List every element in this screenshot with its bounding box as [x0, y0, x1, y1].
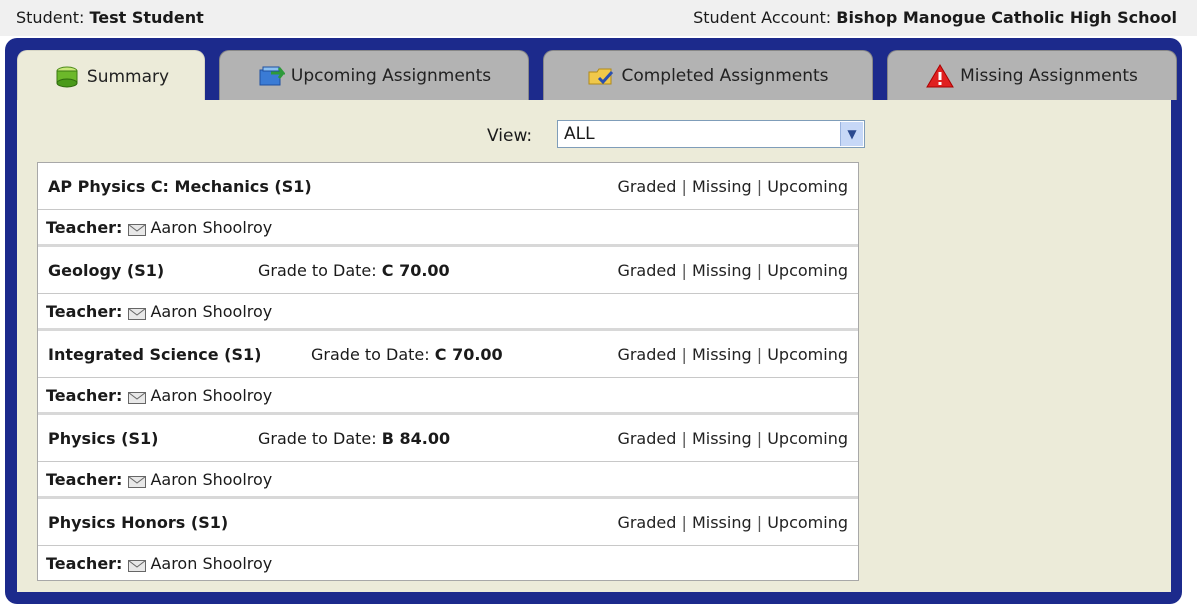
- summary-icon: [53, 65, 81, 89]
- tab-upcoming-label: Upcoming Assignments: [290, 65, 492, 86]
- tab-upcoming-assignments[interactable]: Upcoming Assignments: [219, 50, 529, 100]
- main-frame: Summary Upcoming Assignments Completed A…: [5, 38, 1182, 604]
- grade-value: C 70.00: [434, 345, 503, 364]
- link-separator: |: [681, 513, 687, 532]
- teacher-row: Teacher: Aaron Shoolroy: [38, 545, 858, 580]
- course-links: Graded | Missing | Upcoming: [617, 261, 848, 280]
- link-separator: |: [756, 261, 763, 280]
- tab-summary-label: Summary: [86, 66, 170, 87]
- envelope-icon[interactable]: [128, 305, 147, 320]
- course-name: AP Physics C: Mechanics (S1): [48, 177, 312, 196]
- upcoming-link[interactable]: Upcoming: [767, 513, 848, 532]
- course-name: Physics (S1): [48, 429, 159, 448]
- course-row: Physics (S1) Grade to Date: B 84.00 Grad…: [38, 415, 858, 499]
- course-list: AP Physics C: Mechanics (S1) Graded | Mi…: [37, 162, 859, 581]
- account-name: Bishop Manogue Catholic High School: [836, 8, 1177, 27]
- view-selected-value: ALL: [564, 124, 595, 144]
- teacher-row: Teacher: Aaron Shoolroy: [38, 209, 858, 244]
- missing-link[interactable]: Missing: [692, 513, 752, 532]
- link-separator: |: [756, 429, 763, 448]
- tab-summary[interactable]: Summary: [17, 50, 205, 102]
- envelope-icon[interactable]: [128, 389, 147, 404]
- graded-link[interactable]: Graded: [617, 345, 676, 364]
- teacher-label: Teacher:: [46, 469, 123, 489]
- course-links: Graded | Missing | Upcoming: [617, 429, 848, 448]
- course-row: Geology (S1) Grade to Date: C 70.00 Grad…: [38, 247, 858, 331]
- course-row: AP Physics C: Mechanics (S1) Graded | Mi…: [38, 163, 858, 247]
- grade-to-date: Grade to Date: C 70.00: [258, 261, 450, 280]
- account-label: Student Account:: [693, 8, 832, 27]
- grade-label: Grade to Date:: [258, 429, 377, 448]
- missing-warning-icon: [926, 63, 955, 88]
- teacher-name[interactable]: Aaron Shoolroy: [150, 386, 272, 405]
- missing-link[interactable]: Missing: [692, 261, 752, 280]
- teacher-name[interactable]: Aaron Shoolroy: [150, 554, 272, 573]
- student-label: Student:: [16, 8, 85, 27]
- grade-value: C 70.00: [381, 261, 450, 280]
- tab-missing-label: Missing Assignments: [960, 65, 1138, 86]
- tab-completed-label: Completed Assignments: [621, 65, 829, 86]
- link-separator: |: [681, 261, 687, 280]
- graded-link[interactable]: Graded: [617, 513, 676, 532]
- view-label: View:: [487, 126, 533, 146]
- upcoming-icon: [257, 64, 287, 88]
- chevron-down-icon[interactable]: ▼: [840, 122, 863, 146]
- teacher-row: Teacher: Aaron Shoolroy: [38, 377, 858, 412]
- grade-label: Grade to Date:: [258, 261, 377, 280]
- graded-link[interactable]: Graded: [617, 261, 676, 280]
- link-separator: |: [681, 177, 687, 196]
- course-links: Graded | Missing | Upcoming: [617, 177, 848, 196]
- missing-link[interactable]: Missing: [692, 177, 752, 196]
- tab-missing-assignments[interactable]: Missing Assignments: [887, 50, 1177, 100]
- link-separator: |: [756, 513, 763, 532]
- teacher-name[interactable]: Aaron Shoolroy: [150, 302, 272, 321]
- upcoming-link[interactable]: Upcoming: [767, 345, 848, 364]
- teacher-name[interactable]: Aaron Shoolroy: [150, 218, 272, 237]
- view-select[interactable]: ALL ▼: [557, 120, 865, 148]
- link-separator: |: [756, 177, 763, 196]
- teacher-label: Teacher:: [46, 301, 123, 321]
- grade-to-date: Grade to Date: C 70.00: [311, 345, 503, 364]
- teacher-label: Teacher:: [46, 385, 123, 405]
- missing-link[interactable]: Missing: [692, 345, 752, 364]
- course-name: Geology (S1): [48, 261, 165, 280]
- course-name: Physics Honors (S1): [48, 513, 229, 532]
- link-separator: |: [681, 429, 687, 448]
- envelope-icon[interactable]: [128, 557, 147, 572]
- course-row: Integrated Science (S1) Grade to Date: C…: [38, 331, 858, 415]
- tab-completed-assignments[interactable]: Completed Assignments: [543, 50, 873, 100]
- teacher-label: Teacher:: [46, 217, 123, 237]
- upcoming-link[interactable]: Upcoming: [767, 261, 848, 280]
- link-separator: |: [681, 345, 687, 364]
- envelope-icon[interactable]: [128, 473, 147, 488]
- teacher-row: Teacher: Aaron Shoolroy: [38, 461, 858, 496]
- course-row: Physics Honors (S1) Graded | Missing | U…: [38, 499, 858, 580]
- grade-value: B 84.00: [381, 429, 451, 448]
- teacher-row: Teacher: Aaron Shoolroy: [38, 293, 858, 328]
- teacher-label: Teacher:: [46, 553, 123, 573]
- course-links: Graded | Missing | Upcoming: [617, 513, 848, 532]
- missing-link[interactable]: Missing: [692, 429, 752, 448]
- completed-icon: [587, 64, 615, 88]
- upcoming-link[interactable]: Upcoming: [767, 177, 848, 196]
- link-separator: |: [756, 345, 763, 364]
- tab-bar: Summary Upcoming Assignments Completed A…: [17, 50, 1177, 102]
- student-name: Test Student: [89, 8, 204, 27]
- course-links: Graded | Missing | Upcoming: [617, 345, 848, 364]
- teacher-name[interactable]: Aaron Shoolroy: [150, 470, 272, 489]
- graded-link[interactable]: Graded: [617, 177, 676, 196]
- grade-label: Grade to Date:: [311, 345, 430, 364]
- summary-panel: View: ALL ▼ AP Physics C: Mechanics (S1)…: [17, 100, 1171, 592]
- student-info-bar: Student: Test Student Student Account: B…: [0, 0, 1197, 36]
- graded-link[interactable]: Graded: [617, 429, 676, 448]
- account-info: Student Account: Bishop Manogue Catholic…: [693, 8, 1177, 27]
- course-name: Integrated Science (S1): [48, 345, 262, 364]
- student-info: Student: Test Student: [16, 8, 204, 27]
- envelope-icon[interactable]: [128, 221, 147, 236]
- grade-to-date: Grade to Date: B 84.00: [258, 429, 450, 448]
- upcoming-link[interactable]: Upcoming: [767, 429, 848, 448]
